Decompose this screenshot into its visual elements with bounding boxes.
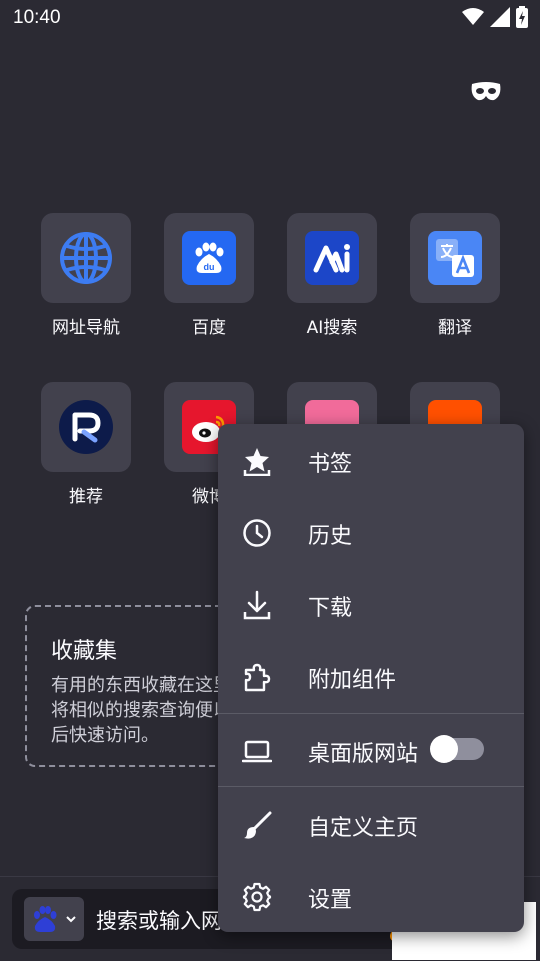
shortcut-translate[interactable]: 翻译: [400, 213, 510, 338]
menu-label: 书签: [308, 452, 353, 477]
gear-icon: [242, 882, 272, 912]
collection-title: 收藏集: [51, 639, 118, 664]
shortcut-label: AI搜索: [306, 318, 358, 338]
shortcut-ai-search[interactable]: AI搜索: [277, 213, 387, 338]
menu-label: 附加组件: [308, 668, 397, 693]
ai-search-logo: [305, 231, 359, 285]
private-browsing-mask-icon[interactable]: [470, 80, 502, 104]
shortcut-baidu[interactable]: du 百度: [154, 213, 264, 338]
wifi-icon: [462, 8, 484, 25]
download-icon: [243, 590, 271, 620]
toggle-knob: [430, 735, 458, 763]
recommend-logo: [59, 400, 113, 454]
translate-logo: [428, 231, 482, 285]
laptop-icon: [242, 740, 272, 763]
status-icons: [462, 6, 528, 28]
shortcut-tile[interactable]: [287, 213, 377, 303]
shortcut-label: 网址导航: [52, 318, 120, 338]
menu-label: 历史: [308, 524, 353, 549]
battery-icon: [516, 6, 528, 28]
menu-divider: [218, 786, 524, 787]
globe-icon: [60, 232, 112, 284]
star-icon: [243, 448, 271, 476]
chevron-down-icon: [66, 916, 76, 923]
baidu-logo: du: [182, 231, 236, 285]
menu-item-bookmarks[interactable]: 书签: [218, 424, 524, 496]
svg-text:du: du: [204, 262, 215, 272]
menu-label: 桌面版网站: [308, 742, 419, 767]
menu-item-settings[interactable]: 设置: [218, 860, 524, 932]
baidu-paw-icon: [34, 906, 57, 932]
shortcut-label: 推荐: [69, 487, 103, 507]
menu-item-history[interactable]: 历史: [218, 496, 524, 568]
shortcut-label: 翻译: [438, 318, 472, 338]
signal-icon: [490, 7, 510, 27]
shortcut-tile[interactable]: [410, 213, 500, 303]
menu-item-customize-home[interactable]: 自定义主页: [218, 788, 524, 860]
menu-item-desktop-site[interactable]: 桌面版网站: [218, 714, 524, 786]
shortcut-web-nav[interactable]: 网址导航: [31, 213, 141, 338]
shortcut-tile[interactable]: [41, 213, 131, 303]
search-engine-selector[interactable]: [24, 897, 84, 941]
status-time: 10:40: [13, 7, 61, 28]
shortcut-tile[interactable]: [41, 382, 131, 472]
menu-item-addons[interactable]: 附加组件: [218, 640, 524, 712]
puzzle-icon: [244, 663, 271, 692]
menu-label: 设置: [308, 888, 353, 913]
desktop-site-toggle[interactable]: [430, 735, 484, 763]
status-bar: 10:40: [0, 0, 540, 36]
menu-item-downloads[interactable]: 下载: [218, 568, 524, 640]
overflow-menu: 书签 历史 下载 附加组件 桌面版网站 自定义主页 设置: [218, 424, 524, 932]
shortcut-tile[interactable]: du: [164, 213, 254, 303]
clock-icon: [243, 519, 271, 547]
shortcut-label: 百度: [192, 318, 226, 338]
shortcut-recommend[interactable]: 推荐: [31, 382, 141, 507]
menu-label: 自定义主页: [308, 816, 419, 841]
collection-description: 有用的东西收藏在这里将相似的搜索查询便以后快速访问。: [51, 675, 231, 746]
menu-label: 下载: [308, 596, 353, 621]
brush-icon: [244, 811, 272, 839]
